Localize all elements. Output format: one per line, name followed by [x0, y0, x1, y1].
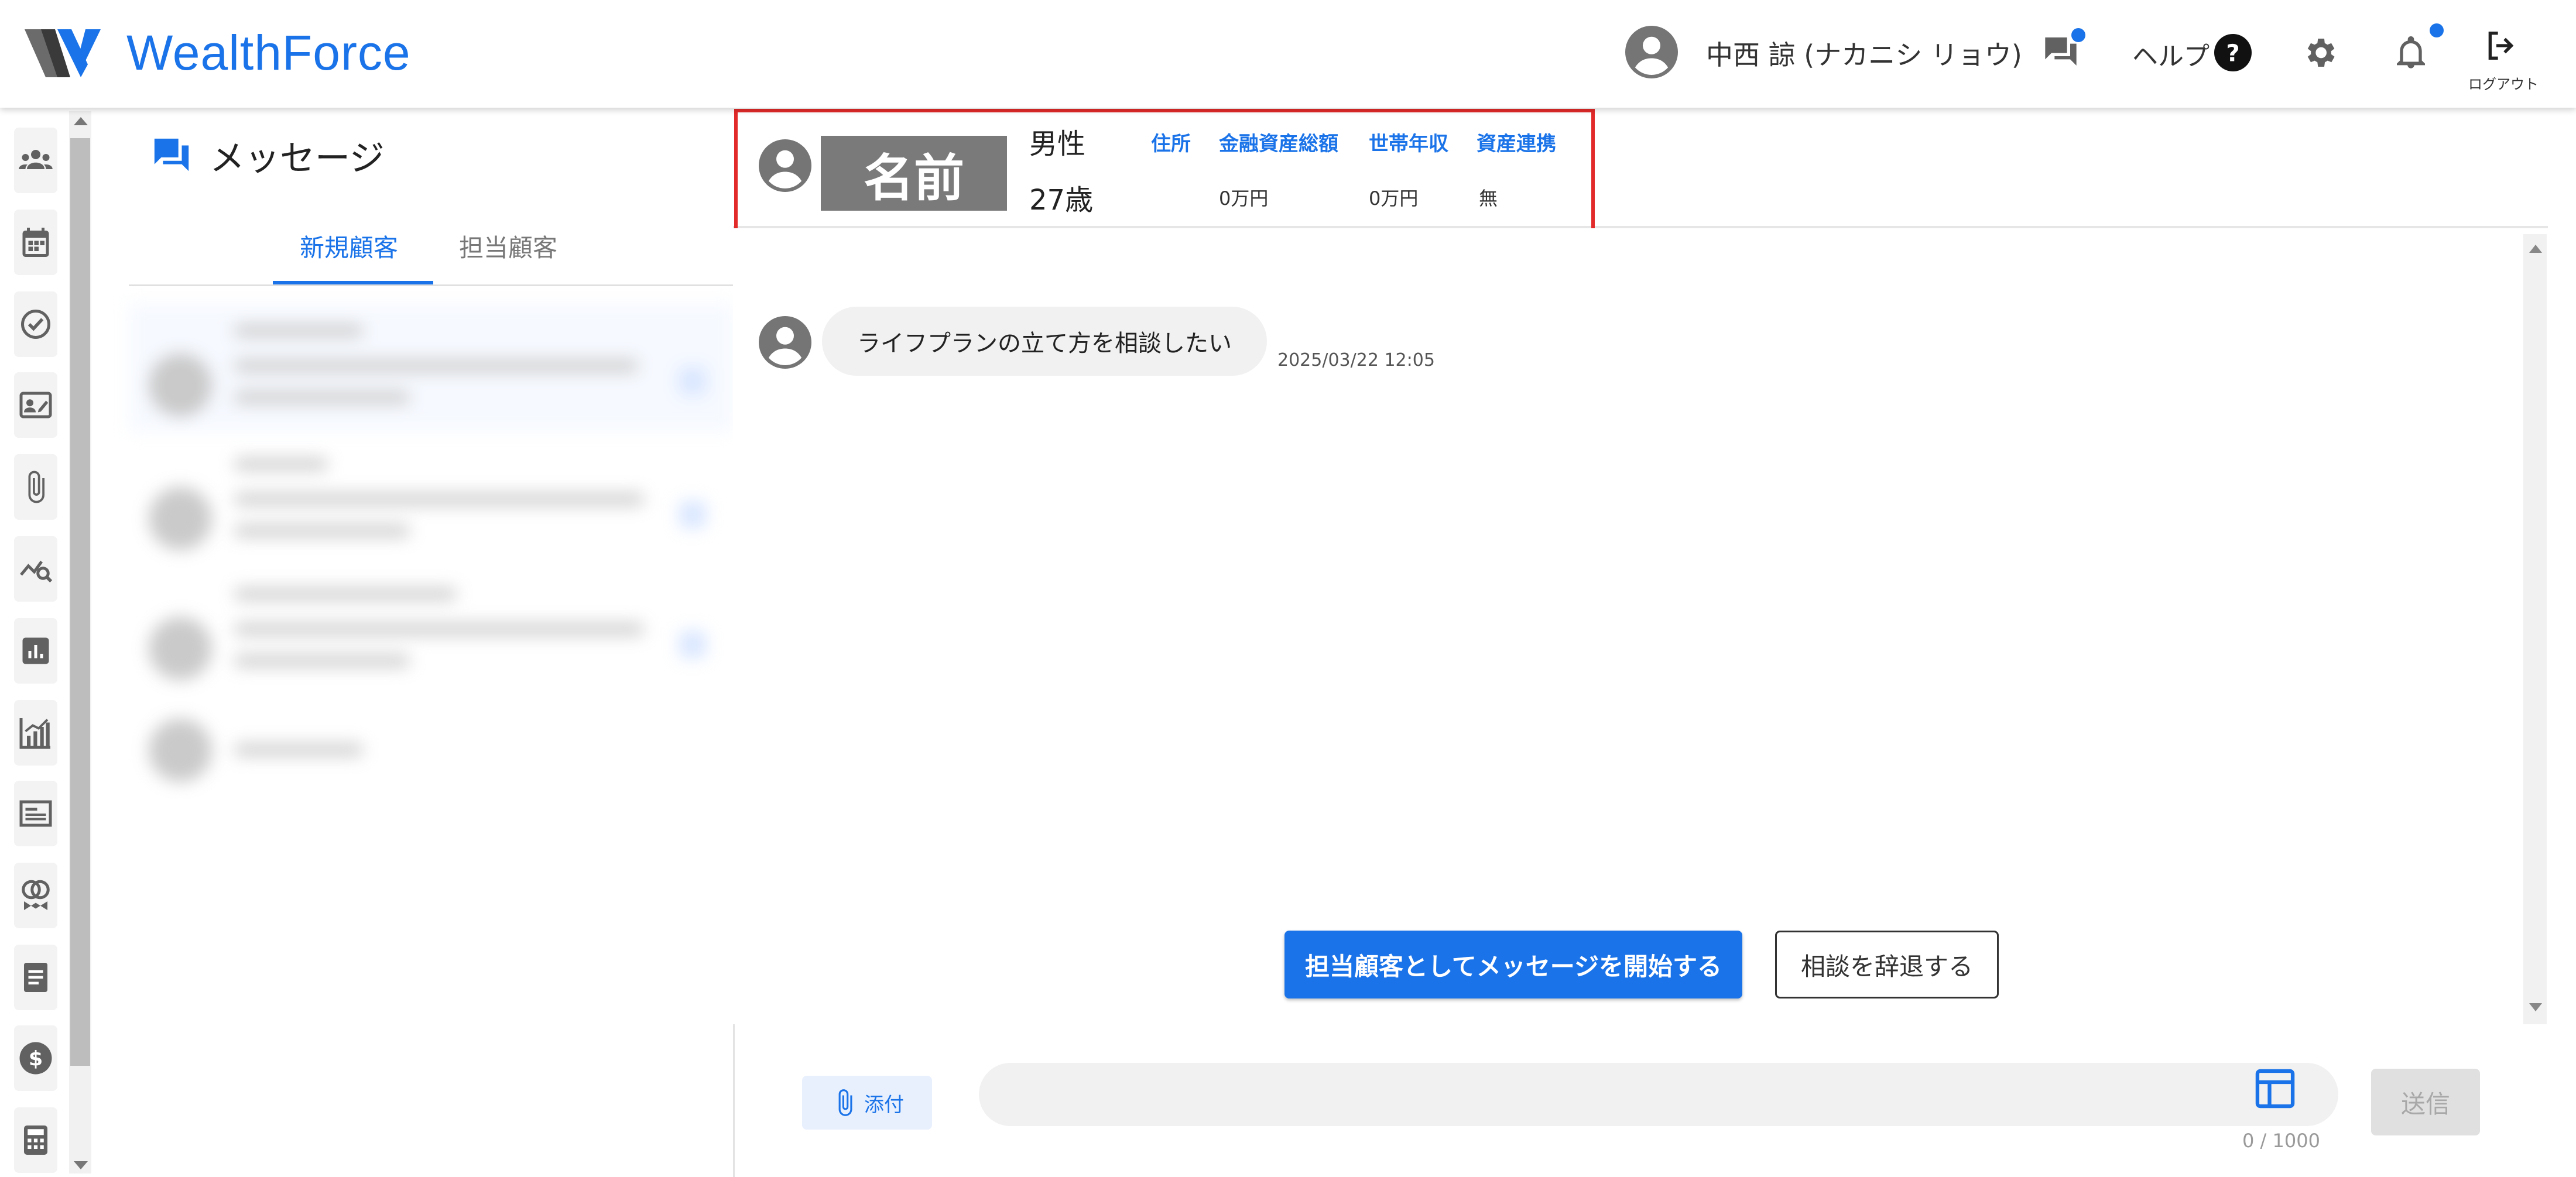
chat-scrollbar[interactable] [2523, 234, 2547, 1024]
panel-title-text: メッセージ [210, 138, 385, 179]
article-icon [19, 800, 52, 827]
decline-consultation-button[interactable]: 相談を辞退する [1775, 931, 1999, 998]
task-check-icon [21, 310, 50, 339]
top-header: WealthForce 中西 諒 (ナカニシ リョウ) ヘルプ ? ログアウト [0, 0, 2576, 108]
sidebar-item-reports[interactable] [14, 618, 57, 684]
sidebar-item-finance[interactable]: $ [14, 1025, 57, 1091]
forum-icon [154, 138, 189, 171]
user-avatar-icon[interactable] [1625, 26, 1678, 78]
chat-scroll-down-arrow[interactable] [2529, 1003, 2542, 1011]
sidebar-item-calculator[interactable] [14, 1107, 57, 1173]
start-message-button[interactable]: 担当顧客としてメッセージを開始する [1284, 931, 1742, 998]
brand-name: WealthForce [126, 25, 411, 80]
gear-icon[interactable] [2301, 34, 2338, 71]
customers-icon [19, 150, 53, 169]
notifications-button[interactable] [2392, 23, 2444, 74]
sidebar-scrollbar-thumb[interactable] [70, 138, 90, 1066]
help-link[interactable]: ヘルプ [2132, 35, 2210, 73]
tab-new-customers[interactable]: 新規顧客 [300, 228, 398, 264]
messages-button[interactable] [2042, 28, 2085, 74]
contact-card-icon [19, 392, 52, 418]
sidebar-item-insurance[interactable] [14, 863, 57, 928]
user-name[interactable]: 中西 諒 (ナカニシ リョウ) [1706, 34, 2022, 73]
sidebar-scroll-up-arrow[interactable] [74, 117, 88, 125]
chat-scroll-up-arrow[interactable] [2529, 245, 2542, 253]
tab-assigned-customers[interactable]: 担当顧客 [459, 228, 557, 264]
analysis-search-icon [20, 561, 53, 583]
svg-text:$: $ [29, 1048, 43, 1071]
document-icon [24, 963, 47, 992]
sidebar-item-tasks[interactable] [14, 291, 57, 357]
sidebar-item-contacts[interactable] [14, 372, 57, 438]
sidebar-item-attachments[interactable] [14, 454, 57, 520]
report-chart-icon [22, 637, 49, 664]
list-item[interactable] [129, 437, 734, 565]
message-input[interactable] [979, 1063, 2338, 1126]
template-icon[interactable] [2253, 1066, 2297, 1111]
calculator-icon [24, 1125, 47, 1155]
logout-button[interactable] [2482, 27, 2523, 68]
list-item[interactable] [129, 567, 734, 695]
sidebar-item-calendar[interactable] [14, 210, 57, 275]
calendar-icon [22, 228, 49, 257]
sidebar-scroll-down-arrow[interactable] [74, 1161, 88, 1169]
send-button[interactable]: 送信 [2371, 1069, 2480, 1135]
notifications-unread-dot [2430, 23, 2444, 37]
tabs-divider [129, 284, 734, 286]
panel-title: メッセージ [151, 130, 385, 181]
highlight-box [734, 109, 1595, 233]
svg-text:?: ? [2226, 40, 2239, 67]
sidebar-item-analysis[interactable] [14, 536, 57, 602]
list-item[interactable] [129, 691, 734, 819]
logout-icon [2488, 32, 2514, 60]
insurance-icon [22, 880, 50, 910]
attach-label: 添付 [864, 1093, 904, 1117]
message-timestamp: 2025/03/22 12:05 [1277, 350, 1435, 370]
logout-label[interactable]: ログアウト [2468, 73, 2539, 93]
sender-avatar-icon [759, 316, 811, 369]
attach-button[interactable]: 添付 [802, 1076, 932, 1130]
character-count: 0 / 1000 [2242, 1130, 2320, 1152]
bell-icon [2397, 36, 2425, 68]
growth-chart-icon [19, 718, 50, 749]
sidebar-item-growth[interactable] [14, 700, 57, 766]
sidebar-item-documents[interactable] [14, 945, 57, 1010]
brand-logo[interactable]: WealthForce [25, 23, 411, 82]
wealthforce-logo-icon [25, 29, 101, 77]
message-bubble: ライフプランの立て方を相談したい [822, 307, 1267, 376]
paperclip-icon [838, 1089, 852, 1116]
attachment-icon [28, 471, 44, 503]
sidebar-item-customers[interactable] [14, 128, 57, 193]
messages-unread-dot [2071, 28, 2085, 42]
dollar-icon: $ [19, 1042, 52, 1075]
list-item[interactable] [129, 303, 734, 432]
help-icon[interactable]: ? [2214, 34, 2252, 71]
sidebar-item-articles[interactable] [14, 781, 57, 846]
